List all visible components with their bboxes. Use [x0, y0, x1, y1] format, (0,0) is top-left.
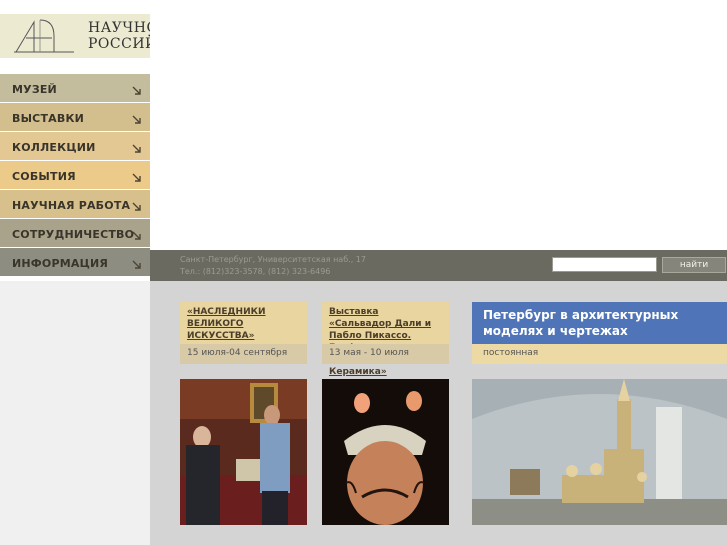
phone-text: Тел.: (812)323-3578, (812) 323-6496	[180, 267, 331, 276]
exhibition-title-link[interactable]: Петербург в архитектурных моделях и черт…	[472, 302, 727, 344]
nav-item-label: ИНФОРМАЦИЯ	[12, 257, 109, 270]
nav-item-label: СОТРУДНИЧЕСТВО	[12, 228, 135, 241]
exhibition-photo[interactable]	[180, 379, 307, 525]
nav-item-label: МУЗЕЙ	[12, 83, 57, 96]
site-logo[interactable]: НАУЧНО РОССИЙ	[0, 14, 150, 58]
nav-item-research[interactable]: НАУЧНАЯ РАБОТА	[0, 190, 150, 218]
nav-item-information[interactable]: ИНФОРМАЦИЯ	[0, 248, 150, 276]
exhibition-dates: 13 мая - 10 июля	[322, 344, 449, 364]
exhibition-photo[interactable]	[472, 379, 727, 525]
arrow-down-right-icon	[132, 86, 141, 95]
nav-item-museum[interactable]: МУЗЕЙ	[0, 74, 150, 102]
logo-text: НАУЧНО РОССИЙ	[88, 20, 150, 52]
search-button[interactable]: найти	[662, 257, 726, 273]
arrow-down-right-icon	[132, 173, 141, 182]
search-input[interactable]	[552, 257, 657, 272]
header-bar: Санкт-Петербург, Университетская наб., 1…	[150, 250, 727, 281]
nav-item-label: ВЫСТАВКИ	[12, 112, 85, 125]
nav-item-events[interactable]: СОБЫТИЯ	[0, 161, 150, 189]
logo-line2: РОССИЙ	[88, 36, 150, 52]
arrow-down-right-icon	[132, 202, 141, 211]
logo-emblem-icon	[14, 19, 74, 53]
exhibition-title-link[interactable]: «НАСЛЕДНИКИ ВЕЛИКОГО ИСКУССТВА»	[180, 302, 307, 344]
exhibitions-area: «НАСЛЕДНИКИ ВЕЛИКОГО ИСКУССТВА» 15 июля-…	[150, 281, 727, 545]
nav-item-label: НАУЧНАЯ РАБОТА	[12, 199, 131, 212]
exhibition-card[interactable]: «НАСЛЕДНИКИ ВЕЛИКОГО ИСКУССТВА» 15 июля-…	[180, 302, 307, 525]
exhibition-title-link[interactable]: Выставка «Сальвадор Дали и Пабло Пикассо…	[322, 302, 449, 377]
address-text: Санкт-Петербург, Университетская наб., 1…	[180, 255, 366, 264]
arrow-down-right-icon	[132, 115, 141, 124]
exhibition-dates: 15 июля-04 сентября	[180, 344, 307, 364]
sidebar-filler	[0, 281, 150, 545]
exhibition-card-featured[interactable]: Петербург в архитектурных моделях и черт…	[472, 302, 727, 525]
contact-info: Санкт-Петербург, Университетская наб., 1…	[180, 254, 366, 278]
exhibition-dates: постоянная	[472, 344, 727, 364]
arrow-down-right-icon	[132, 260, 141, 269]
exhibition-photo[interactable]	[322, 379, 449, 525]
nav-item-label: СОБЫТИЯ	[12, 170, 76, 183]
nav-item-label: КОЛЛЕКЦИИ	[12, 141, 96, 154]
main-nav: МУЗЕЙ ВЫСТАВКИ КОЛЛЕКЦИИ СОБЫТИЯ НАУЧНАЯ…	[0, 74, 150, 277]
logo-line1: НАУЧНО	[88, 20, 150, 36]
nav-item-cooperation[interactable]: СОТРУДНИЧЕСТВО	[0, 219, 150, 247]
nav-item-exhibitions[interactable]: ВЫСТАВКИ	[0, 103, 150, 131]
arrow-down-right-icon	[132, 144, 141, 153]
exhibition-card[interactable]: Выставка «Сальвадор Дали и Пабло Пикассо…	[322, 302, 449, 525]
arrow-down-right-icon	[132, 231, 141, 240]
nav-item-collections[interactable]: КОЛЛЕКЦИИ	[0, 132, 150, 160]
